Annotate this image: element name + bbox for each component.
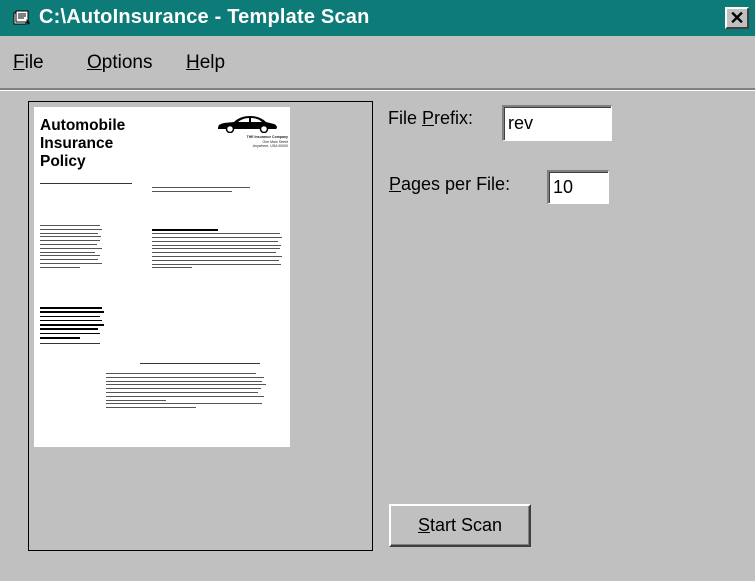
- menu-options[interactable]: Options: [87, 52, 152, 74]
- scanner-app-icon: [13, 10, 30, 25]
- doc-left-bold-text: [40, 307, 104, 341]
- pages-per-file-label-post: ages per File:: [401, 174, 511, 194]
- menu-options-label: ptions: [101, 52, 153, 73]
- menu-file[interactable]: File: [13, 52, 44, 74]
- file-prefix-input[interactable]: [502, 105, 612, 141]
- menu-help-label: elp: [199, 52, 226, 73]
- doc-title-line: Insurance: [40, 135, 114, 152]
- menu-file-mnemonic: F: [13, 52, 25, 73]
- start-scan-button[interactable]: Start Scan: [389, 504, 531, 547]
- menu-help[interactable]: Help: [186, 52, 225, 74]
- menu-help-mnemonic: H: [186, 52, 200, 73]
- pages-per-file-label: Pages per File:: [389, 174, 510, 195]
- menu-separator: [0, 88, 755, 91]
- doc-title: Automobile Insurance Policy: [40, 117, 125, 171]
- doc-rule: [140, 363, 260, 364]
- file-prefix-label: File Prefix:: [388, 108, 473, 129]
- file-prefix-label-mnemonic: P: [422, 108, 435, 128]
- file-prefix-label-pre: File: [388, 108, 423, 128]
- file-prefix-label-post: refix:: [434, 108, 474, 128]
- doc-company-line: Anywhere, USA 00000: [252, 144, 288, 148]
- start-scan-label: tart Scan: [429, 515, 503, 535]
- title-bar[interactable]: C:\AutoInsurance - Template Scan ✕: [0, 0, 755, 36]
- doc-left-column-text: [40, 225, 102, 271]
- doc-mutual-conditions-text: [152, 229, 282, 271]
- doc-title-line: Policy: [40, 153, 86, 170]
- menu-file-label: ile: [24, 52, 44, 73]
- window-title: C:\AutoInsurance - Template Scan: [39, 6, 370, 28]
- pages-per-file-input[interactable]: [547, 170, 609, 204]
- start-scan-mnemonic: S: [417, 515, 430, 535]
- doc-title-line: Automobile: [40, 117, 126, 134]
- doc-rule: [40, 183, 132, 184]
- pages-per-file-label-mnemonic: P: [389, 174, 402, 194]
- close-button[interactable]: ✕: [725, 7, 749, 29]
- doc-company-address: THE Insurance Company One Main Street An…: [194, 135, 288, 149]
- menu-bar: File Options Help: [0, 36, 755, 84]
- scanned-document-preview: Automobile Insurance Policy THE Insuranc…: [34, 107, 290, 447]
- close-icon: ✕: [729, 8, 745, 28]
- doc-rule: [40, 343, 100, 344]
- doc-bottom-paragraph: [106, 373, 266, 411]
- menu-options-mnemonic: O: [87, 52, 102, 73]
- doc-intro-text: [152, 187, 252, 195]
- car-icon: [218, 116, 277, 133]
